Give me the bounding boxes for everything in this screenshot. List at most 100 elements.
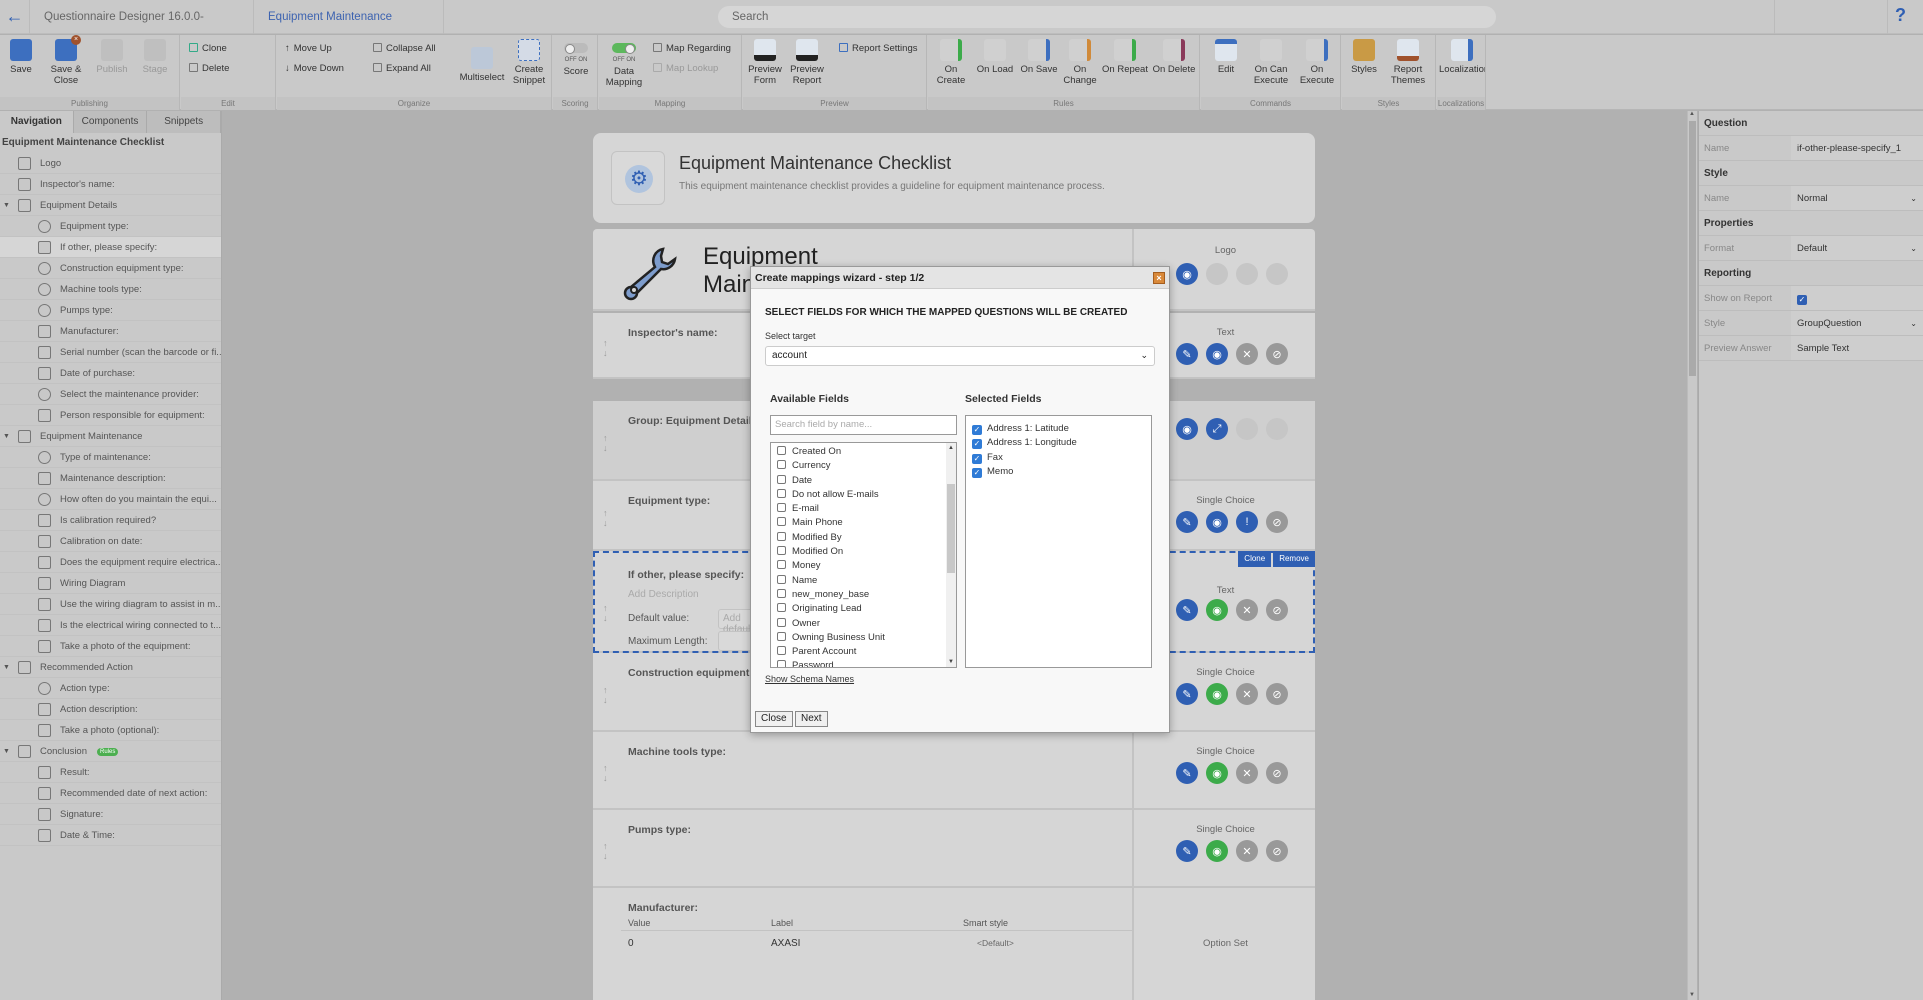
question-row[interactable]: Pumps type: ↑ ↓ Single Choice ✎ ◉ ✕ ⊘ <box>593 810 1315 888</box>
selected-field-item[interactable]: ✓ Address 1: Latitude <box>966 422 1151 436</box>
selected-field-item[interactable]: ✓ Memo <box>966 465 1151 479</box>
arrow-up-icon[interactable]: ↑ <box>603 763 608 773</box>
available-field-item[interactable]: new_money_base <box>771 588 956 602</box>
arrow-up-icon[interactable]: ↑ <box>603 603 608 613</box>
report-settings-button[interactable]: Report Settings <box>839 43 917 55</box>
canvas-scrollbar[interactable]: ▲ ▼ <box>1687 111 1697 1000</box>
available-field-item[interactable]: Originating Lead <box>771 602 956 616</box>
on-execute-button[interactable]: On Execute <box>1297 39 1337 86</box>
property-input[interactable]: if-other-please-specify_1 <box>1791 136 1923 160</box>
arrow-down-icon[interactable]: ↓ <box>603 851 608 861</box>
expand-all-button[interactable]: Expand All <box>373 63 431 75</box>
checkbox[interactable] <box>777 588 786 598</box>
on-load-button[interactable]: On Load <box>976 39 1014 75</box>
tree-item[interactable]: Machine tools type: <box>0 279 221 300</box>
scroll-down-icon[interactable]: ▼ <box>1689 992 1695 998</box>
reorder-handle[interactable]: ↑ ↓ <box>603 603 608 623</box>
checkbox[interactable] <box>777 446 786 455</box>
tree-item[interactable]: Action description: <box>0 699 221 720</box>
pencil-button[interactable]: ✎ <box>1176 840 1198 862</box>
available-field-item[interactable]: Currency <box>771 459 956 473</box>
list-scrollbar[interactable]: ▲ ▼ <box>946 443 956 667</box>
checkbox[interactable] <box>777 646 786 656</box>
tree-item[interactable]: Result: <box>0 762 221 783</box>
selected-field-item[interactable]: ✓ Fax <box>966 451 1151 465</box>
scroll-thumb[interactable] <box>1689 121 1696 376</box>
checkbox[interactable] <box>777 531 786 541</box>
tree-root[interactable]: Equipment Maintenance Checklist <box>0 133 221 153</box>
checkbox[interactable] <box>777 488 786 498</box>
tree-item[interactable]: Equipment type: <box>0 216 221 237</box>
tree-item[interactable]: Is calibration required? <box>0 510 221 531</box>
reorder-handle[interactable]: ↑ ↓ <box>603 508 608 528</box>
pencil-button[interactable]: ✎ <box>1176 343 1198 365</box>
search-input[interactable]: Search <box>718 6 1496 28</box>
available-field-item[interactable]: Modified On <box>771 545 956 559</box>
scroll-thumb[interactable] <box>947 484 955 573</box>
reorder-handle[interactable]: ↑ ↓ <box>603 338 608 358</box>
tree-item[interactable]: Calibration on date: <box>0 531 221 552</box>
tree-item[interactable]: Take a photo (optional): <box>0 720 221 741</box>
checkbox[interactable] <box>777 546 786 556</box>
checkbox-checked[interactable]: ✓ <box>972 439 982 450</box>
available-field-item[interactable]: Main Phone <box>771 516 956 530</box>
field-search-input[interactable]: Search field by name... <box>770 415 957 435</box>
move-up-button[interactable]: ↑ Move Up <box>285 43 332 55</box>
tree-item[interactable]: Date of purchase: <box>0 363 221 384</box>
nolink-button[interactable]: ✕ <box>1236 762 1258 784</box>
available-field-item[interactable]: Parent Account <box>771 645 956 659</box>
available-field-item[interactable]: Owning Business Unit <box>771 631 956 645</box>
arrow-down-icon[interactable]: ↓ <box>603 613 608 623</box>
property-select[interactable]: Default ⌄ <box>1791 236 1923 260</box>
unlink-button[interactable]: ⊘ <box>1266 840 1288 862</box>
on-create-button[interactable]: On Create <box>930 39 972 86</box>
tree-item[interactable]: Wiring Diagram <box>0 573 221 594</box>
next-button[interactable]: Next <box>795 711 828 727</box>
tree-item[interactable]: Type of maintenance: <box>0 447 221 468</box>
available-field-item[interactable]: Modified By <box>771 531 956 545</box>
tree-item[interactable]: Does the equipment require electrica... <box>0 552 221 573</box>
checkbox-checked[interactable]: ✓ <box>972 425 982 435</box>
arrow-down-icon[interactable]: ↓ <box>603 773 608 783</box>
nolink-button[interactable]: ✕ <box>1236 683 1258 705</box>
app-title-tab[interactable]: Questionnaire Designer 16.0.0-3508a14d7 <box>30 0 254 57</box>
pencil-button[interactable]: ✎ <box>1176 762 1198 784</box>
create-snippet-button[interactable]: Create Snippet <box>509 39 549 86</box>
tree-item[interactable]: Recommended date of next action: <box>0 783 221 804</box>
form-header-card[interactable]: ⚙ Equipment Maintenance Checklist This e… <box>593 133 1315 223</box>
command-edit-button[interactable]: Edit <box>1211 39 1241 75</box>
pencil-button[interactable]: ✎ <box>1176 511 1198 533</box>
add-description-link[interactable]: Add Description <box>628 589 699 600</box>
tab-navigation[interactable]: Navigation <box>0 111 74 133</box>
report-themes-button[interactable]: Report Themes <box>1388 39 1428 86</box>
caret-down-icon[interactable]: ▼ <box>3 741 10 761</box>
checkbox[interactable] <box>777 474 786 484</box>
available-field-item[interactable]: Owner <box>771 617 956 631</box>
nolink-button[interactable]: ✕ <box>1236 599 1258 621</box>
checkbox[interactable] <box>777 560 786 570</box>
checkbox[interactable] <box>777 517 786 527</box>
property-input[interactable]: Sample Text <box>1791 336 1923 360</box>
localization-button[interactable]: Localization <box>1439 39 1485 75</box>
arrow-up-icon[interactable]: ↑ <box>603 338 608 348</box>
checkbox[interactable] <box>777 617 786 627</box>
toggle-switch[interactable] <box>612 43 636 54</box>
caret-down-icon[interactable]: ▼ <box>3 657 10 677</box>
clone-row-button[interactable]: Clone <box>1238 551 1272 567</box>
document-tab[interactable]: Equipment Maintenance Checklist * <box>254 0 444 57</box>
nolink-button[interactable]: ✕ <box>1236 840 1258 862</box>
available-field-item[interactable]: Money <box>771 559 956 573</box>
eye-button[interactable]: ◉ <box>1206 343 1228 365</box>
eye-button[interactable]: ◉ <box>1206 511 1228 533</box>
tree-item[interactable]: Is the electrical wiring connected to t.… <box>0 615 221 636</box>
unlink-button[interactable]: ⊘ <box>1266 599 1288 621</box>
on-delete-button[interactable]: On Delete <box>1152 39 1196 75</box>
option-table-cell[interactable]: AXASI <box>771 938 800 949</box>
toggle-switch[interactable] <box>564 43 588 54</box>
available-field-item[interactable]: E-mail <box>771 502 956 516</box>
eye-button[interactable]: ◉ <box>1206 762 1228 784</box>
tree-item[interactable]: Logo <box>0 153 221 174</box>
on-change-button[interactable]: On Change <box>1062 39 1098 86</box>
unlink-button[interactable]: ⊘ <box>1266 511 1288 533</box>
scroll-up-icon[interactable]: ▲ <box>1689 111 1695 117</box>
